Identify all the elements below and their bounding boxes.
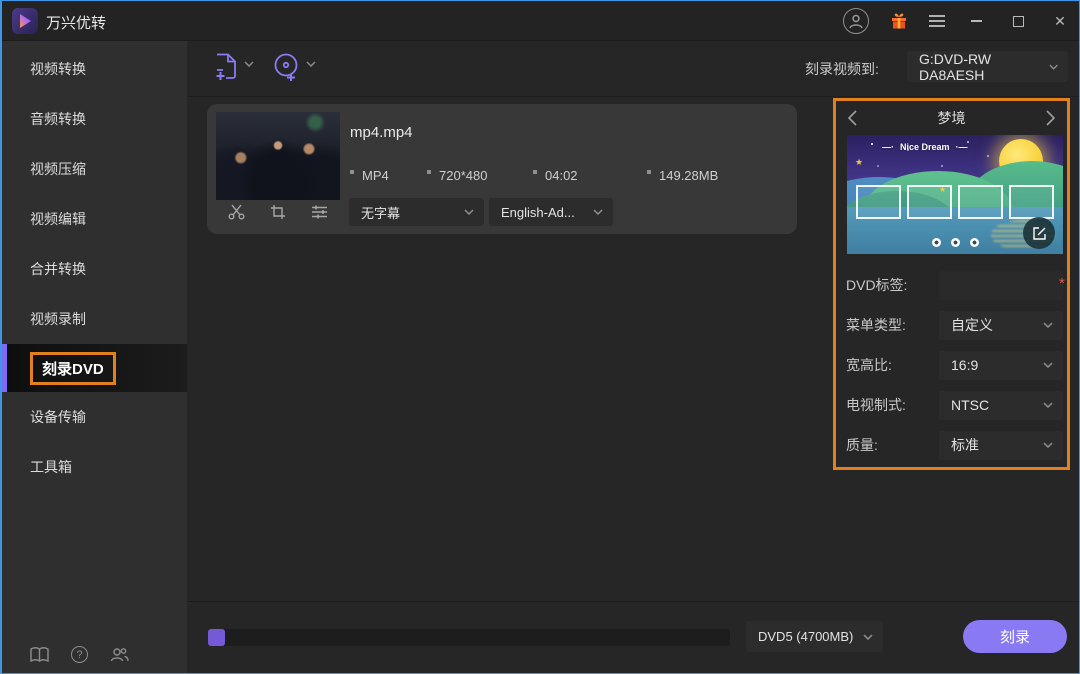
burn-target-label: 刻录视频到: [805, 59, 879, 79]
chapter-frame[interactable] [856, 185, 901, 219]
subtitle-select[interactable]: 无字幕 [349, 198, 484, 226]
chevron-down-icon [863, 634, 873, 640]
audio-track-select[interactable]: English-Ad... [489, 198, 613, 226]
prev-template-button[interactable] [848, 110, 857, 126]
chevron-down-icon [1043, 362, 1053, 368]
template-preview[interactable]: ★ ★ —· Nice Dream ·— [847, 135, 1063, 254]
preview-title: —· Nice Dream ·— [847, 142, 1003, 152]
sidebar-item-merge-convert[interactable]: 合并转换 [2, 244, 187, 294]
meta-resolution: 720*480 [427, 168, 533, 183]
bottom-divider [187, 601, 1080, 602]
user-guide-icon[interactable] [30, 647, 49, 663]
sidebar-item-burn-dvd[interactable]: 刻录DVD [2, 344, 187, 392]
menu-icon[interactable] [929, 15, 945, 27]
titlebar: 万兴优转 ✕ [2, 1, 1079, 41]
add-file-button[interactable] [214, 53, 254, 81]
chevron-down-icon [1043, 442, 1053, 448]
sidebar-item-video-convert[interactable]: 视频转换 [2, 44, 187, 94]
chevron-down-icon [1043, 402, 1053, 408]
burn-button[interactable]: 刻录 [963, 620, 1067, 653]
meta-duration: 04:02 [533, 168, 647, 183]
video-thumbnail [216, 112, 340, 200]
app-title: 万兴优转 [46, 12, 106, 33]
quality-select[interactable]: 标准 [939, 431, 1063, 460]
sidebar-item-audio-convert[interactable]: 音频转换 [2, 94, 187, 144]
account-avatar-icon[interactable] [843, 8, 869, 34]
chapter-frame[interactable] [1009, 185, 1054, 219]
app-window: 万兴优转 ✕ 视频转换 [0, 0, 1080, 674]
required-asterisk: * [1059, 275, 1065, 292]
thumbnail-toolbar [216, 204, 340, 220]
chevron-down-icon [244, 61, 254, 67]
sidebar-footer: ? [2, 646, 187, 663]
close-button[interactable]: ✕ [1049, 10, 1071, 32]
sidebar-item-video-edit[interactable]: 视频编辑 [2, 194, 187, 244]
help-icon[interactable]: ? [71, 646, 88, 663]
menu-type-label: 菜单类型: [846, 315, 939, 335]
sidebar-item-device-transfer[interactable]: 设备传输 [2, 392, 187, 442]
gift-icon[interactable] [889, 11, 909, 31]
capacity-progress-bar[interactable] [208, 629, 730, 646]
star-icon: ★ [855, 157, 863, 168]
filename: mp4.mp4 [350, 124, 413, 141]
share-contacts-icon[interactable] [110, 647, 129, 663]
dvd-template-panel: 梦境 ★ ★ —· Nice Dream ·— [833, 98, 1070, 470]
template-header: 梦境 [836, 107, 1067, 129]
effects-icon[interactable] [311, 205, 328, 219]
next-template-button[interactable] [1046, 110, 1055, 126]
pager-dot[interactable] [970, 238, 979, 247]
tv-standard-select[interactable]: NTSC [939, 391, 1063, 420]
disc-capacity-select[interactable]: DVD5 (4700MB) [746, 621, 883, 652]
crop-icon[interactable] [270, 204, 286, 220]
maximize-button[interactable] [1007, 10, 1029, 32]
file-card: mp4.mp4 MP4 720*480 04:02 149.28MB 无字幕 E… [207, 104, 797, 234]
pager-dot[interactable] [951, 238, 960, 247]
chapter-frames [856, 185, 1054, 219]
tv-standard-label: 电视制式: [846, 395, 939, 415]
dvd-label-row: DVD标签: [846, 270, 1066, 300]
menu-type-row: 菜单类型: 自定义 [846, 310, 1066, 340]
template-name: 梦境 [938, 108, 966, 128]
quality-row: 质量: 标准 [846, 430, 1066, 460]
load-dvd-button[interactable] [274, 53, 316, 81]
sidebar-item-screen-record[interactable]: 视频录制 [2, 294, 187, 344]
burn-target-select[interactable]: G:DVD-RW DA8AESH [907, 51, 1068, 82]
chevron-down-icon [1049, 64, 1058, 70]
pager-dot[interactable] [932, 238, 941, 247]
meta-format: MP4 [350, 168, 427, 183]
titlebar-controls: ✕ [843, 1, 1071, 41]
minimize-button[interactable] [965, 10, 987, 32]
meta-filesize: 149.28MB [647, 168, 718, 183]
sidebar-item-video-compress[interactable]: 视频压缩 [2, 144, 187, 194]
toolbar-divider [187, 96, 1080, 97]
chapter-frame[interactable] [907, 185, 952, 219]
chevron-down-icon [1043, 322, 1053, 328]
aspect-ratio-select[interactable]: 16:9 [939, 351, 1063, 380]
tv-standard-row: 电视制式: NTSC [846, 390, 1066, 420]
menu-type-select[interactable]: 自定义 [939, 311, 1063, 340]
stars-decoration [847, 135, 849, 137]
file-meta-row: MP4 720*480 04:02 149.28MB [350, 168, 718, 183]
chevron-down-icon [464, 209, 474, 215]
sidebar-item-toolbox[interactable]: 工具箱 [2, 442, 187, 492]
capacity-progress-fill [208, 629, 225, 646]
dvd-label-label: DVD标签: [846, 275, 939, 295]
edit-template-button[interactable] [1023, 217, 1055, 249]
chevron-down-icon [306, 61, 316, 67]
chevron-down-icon [593, 209, 603, 215]
trim-icon[interactable] [228, 204, 245, 220]
app-logo-icon [12, 8, 38, 34]
aspect-ratio-label: 宽高比: [846, 355, 939, 375]
aspect-ratio-row: 宽高比: 16:9 [846, 350, 1066, 380]
dvd-label-input[interactable] [939, 271, 1063, 300]
quality-label: 质量: [846, 435, 939, 455]
chapter-frame[interactable] [958, 185, 1003, 219]
sidebar: 视频转换 音频转换 视频压缩 视频编辑 合并转换 视频录制 刻录DVD 设备传输… [2, 41, 187, 674]
